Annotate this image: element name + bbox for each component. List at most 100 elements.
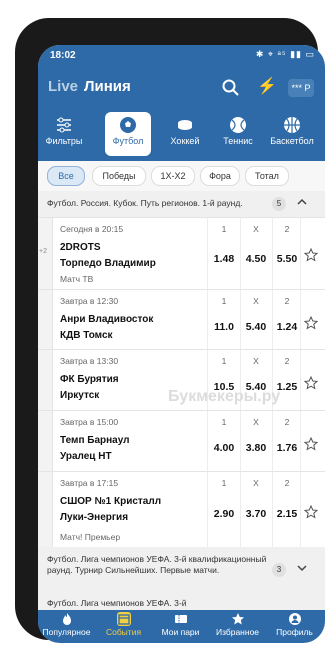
odds-away[interactable]: 1.76 [272, 442, 302, 454]
tournament-header[interactable]: Футбол. Лига чемпионов УЕФА. 3-й [38, 595, 325, 610]
soccer-ball-icon [120, 117, 136, 133]
nav-favorites[interactable]: Избранное [209, 612, 266, 637]
odds-header-x: X [253, 356, 259, 366]
event-count-badge: 3 [272, 563, 286, 577]
status-bar: 18:02 ✱ ⌖ ᵃ⁵ ▮▮ ▭ [38, 45, 325, 67]
filter-handicap[interactable]: Фора [200, 166, 240, 186]
odds-draw[interactable]: 3.80 [241, 442, 271, 454]
odds-draw[interactable]: 5.40 [241, 321, 271, 333]
event-side-strip [38, 290, 53, 350]
event-time: Сегодня в 20:15 [60, 224, 124, 234]
tab-line[interactable]: Линия [84, 78, 131, 95]
tournament-header[interactable]: Футбол. Лига чемпионов УЕФА. 3-й квалифи… [38, 547, 325, 595]
odds-home[interactable]: 1.48 [209, 253, 239, 265]
nav-events[interactable]: События [95, 612, 152, 637]
event-row[interactable]: Завтра в 12:30 Анри Владивосток КДВ Томс… [38, 289, 325, 350]
filter-all[interactable]: Все [47, 166, 85, 186]
event-time: Завтра в 12:30 [60, 296, 119, 306]
star-icon[interactable] [304, 437, 318, 451]
team-home: ФК Бурятия [60, 374, 119, 385]
tournament-title: Футбол. Лига чемпионов УЕФА. 3-й [47, 598, 187, 608]
odds-draw[interactable]: 3.70 [241, 508, 271, 520]
odds-draw[interactable]: 4.50 [241, 253, 271, 265]
nav-label: Популярное [42, 627, 91, 637]
odds-home[interactable]: 11.0 [209, 321, 239, 333]
event-row[interactable]: +2 Сегодня в 20:15 2DROTS Торпедо Владим… [38, 217, 325, 290]
column-divider [207, 472, 208, 548]
odds-away[interactable]: 1.24 [272, 321, 302, 333]
filter-1x-x2[interactable]: 1Х-Х2 [151, 166, 195, 186]
nav-popular[interactable]: Популярное [38, 612, 95, 637]
odds-home[interactable]: 4.00 [209, 442, 239, 454]
filter-wins[interactable]: Победы [92, 166, 146, 186]
sport-filters[interactable]: Фильтры [41, 112, 87, 156]
tennis-ball-icon [230, 117, 246, 133]
odds-header-1: 1 [221, 478, 227, 488]
odds-header-2: 2 [284, 478, 290, 488]
bolt-icon[interactable]: ⚡ [257, 76, 277, 96]
odds-away[interactable]: 2.15 [272, 508, 302, 520]
phone-frame: 18:02 ✱ ⌖ ᵃ⁵ ▮▮ ▭ Live Линия ⚡ *** P Фил… [15, 18, 325, 643]
event-count-badge: 5 [272, 197, 286, 211]
watermark: Букмекеры.ру [168, 388, 281, 405]
team-home: Темп Барнаул [60, 435, 130, 446]
team-away: Луки-Энергия [60, 512, 129, 523]
star-icon[interactable] [304, 376, 318, 390]
team-home: 2DROTS [60, 242, 101, 253]
event-row[interactable]: Завтра в 15:00 Темп Барнаул Уралец НТ 1 … [38, 410, 325, 472]
event-side-strip [38, 411, 53, 472]
odds-header-x: X [253, 224, 259, 234]
chevron-down-icon[interactable] [295, 561, 309, 575]
event-time: Завтра в 15:00 [60, 417, 119, 427]
ticket-icon [174, 615, 187, 623]
event-side-strip [38, 350, 53, 411]
filter-icon [57, 117, 71, 133]
sport-label: Хоккей [170, 136, 200, 146]
event-side-strip [38, 472, 53, 548]
sport-label: Фильтры [45, 136, 83, 146]
odds-header-1: 1 [221, 417, 227, 427]
tournament-header[interactable]: Футбол. Россия. Кубок. Путь регионов. 1-… [38, 191, 325, 217]
odds-header-1: 1 [221, 356, 227, 366]
nav-label: Мои пари [161, 627, 200, 637]
more-markets-count[interactable]: +2 [39, 248, 47, 255]
column-divider [207, 218, 208, 290]
event-time: Завтра в 13:30 [60, 356, 119, 366]
account-badge[interactable]: *** P [288, 79, 314, 97]
team-home: Анри Владивосток [60, 314, 154, 325]
odds-header-2: 2 [284, 224, 290, 234]
broadcast-note: Матч! Премьер [60, 532, 121, 542]
tab-live[interactable]: Live [48, 78, 78, 95]
basketball-icon [284, 117, 300, 133]
nav-my-bets[interactable]: Мои пари [152, 612, 209, 637]
nav-label: Избранное [215, 627, 260, 637]
sport-football[interactable]: Футбол [105, 112, 151, 156]
sport-label: Баскетбол [270, 136, 314, 146]
odds-home[interactable]: 2.90 [209, 508, 239, 520]
chevron-up-icon[interactable] [295, 195, 309, 209]
profile-icon [288, 613, 301, 625]
broadcast-note: Матч ТВ [60, 274, 94, 284]
team-away: Торпедо Владимир [60, 258, 156, 269]
sport-hockey[interactable]: Хоккей [162, 112, 208, 156]
star-icon[interactable] [304, 248, 318, 262]
hockey-puck-icon [178, 120, 192, 130]
event-row[interactable]: Завтра в 17:15 СШОР №1 Кристалл Луки-Эне… [38, 471, 325, 548]
nav-label: Профиль [276, 627, 313, 637]
column-divider [207, 290, 208, 350]
filter-total[interactable]: Тотал [245, 166, 289, 186]
event-time: Завтра в 17:15 [60, 478, 119, 488]
search-icon[interactable] [221, 78, 241, 98]
odds-away[interactable]: 5.50 [272, 253, 302, 265]
star-icon[interactable] [304, 505, 318, 519]
sport-basketball[interactable]: Баскетбол [266, 112, 318, 156]
star-icon [231, 613, 244, 625]
star-icon[interactable] [304, 316, 318, 330]
app-header: Live Линия ⚡ *** P [38, 67, 325, 109]
sport-tennis[interactable]: Теннис [215, 112, 261, 156]
sport-label: Футбол [112, 136, 144, 146]
nav-profile[interactable]: Профиль [266, 612, 323, 637]
app-screen: 18:02 ✱ ⌖ ᵃ⁵ ▮▮ ▭ Live Линия ⚡ *** P Фил… [38, 45, 325, 643]
odds-header-x: X [253, 478, 259, 488]
status-time: 18:02 [50, 50, 76, 61]
